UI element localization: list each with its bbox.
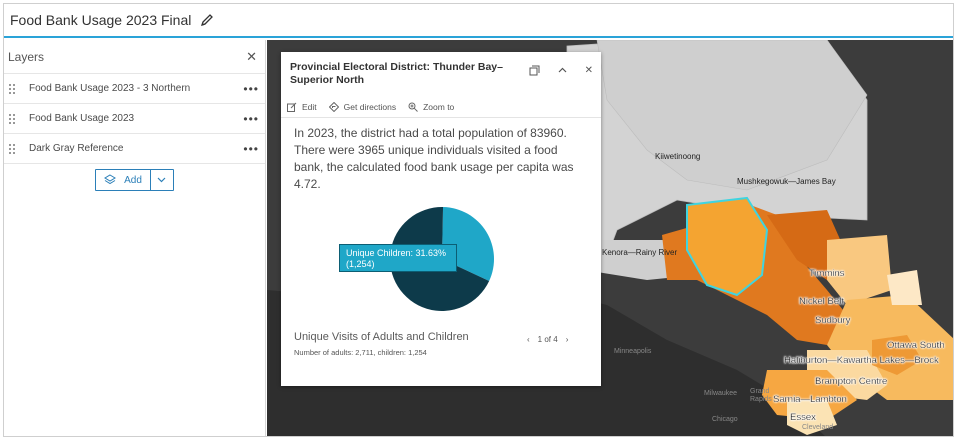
layer-item[interactable]: Dark Gray Reference •••	[4, 134, 265, 164]
map-label-grand-rapids: Grand Rapids	[750, 388, 772, 403]
add-row: Add	[4, 169, 265, 191]
tooltip-line-1: Unique Children: 31.63%	[346, 248, 447, 258]
layers-panel-header: Layers ✕	[4, 40, 265, 74]
dock-icon[interactable]	[529, 65, 540, 96]
map-label-ottawa-south: Ottawa South	[887, 340, 945, 351]
pencil-icon[interactable]	[200, 13, 214, 27]
layers-icon	[104, 174, 117, 185]
map-label-brampton: Brampton Centre	[815, 376, 888, 387]
popup-description: In 2023, the district had a total popula…	[294, 126, 574, 191]
zoom-icon	[408, 102, 418, 112]
layers-panel: Layers ✕ Food Bank Usage 2023 - 3 Northe…	[4, 40, 266, 436]
layer-item-label: Food Bank Usage 2023 - 3 Northern	[29, 83, 191, 94]
edit-action[interactable]: Edit	[287, 102, 317, 112]
tooltip-line-2: (1,254)	[346, 259, 375, 269]
close-icon[interactable]: ✕	[585, 65, 593, 96]
map-label-milwaukee: Milwaukee	[704, 390, 738, 397]
feature-popup: Provincial Electoral District: Thunder B…	[281, 52, 601, 386]
chevron-left-icon[interactable]: ‹	[527, 335, 530, 344]
drag-handle-icon[interactable]	[8, 113, 16, 125]
zoom-to-label: Zoom to	[423, 101, 455, 112]
directions-icon	[328, 101, 339, 112]
map-label-timmins: Timmins	[809, 268, 845, 279]
map-label-cleveland: Cleveland	[802, 424, 834, 431]
pie-chart-area: Unique Children: 31.63% (1,254)	[281, 202, 601, 332]
layers-panel-title: Layers	[8, 49, 45, 64]
map-label-haliburton: Haliburton—Kawartha Lakes—Brock	[784, 355, 939, 366]
map-label-sarnia: Sarnia—Lambton	[773, 394, 847, 405]
close-icon[interactable]: ✕	[246, 49, 257, 65]
get-directions-action[interactable]: Get directions	[328, 101, 397, 112]
layer-item[interactable]: Food Bank Usage 2023 •••	[4, 104, 265, 134]
add-dropdown-button[interactable]	[151, 170, 173, 190]
popup-actions-bar: Edit Get directions Zoom to	[281, 96, 601, 118]
media-pager: ‹ 1 of 4 ›	[527, 335, 568, 344]
app-header: Food Bank Usage 2023 Final	[4, 4, 953, 38]
map-label-minneapolis: Minneapolis	[614, 348, 652, 355]
more-options-icon[interactable]: •••	[243, 112, 259, 126]
map-label-kenora: Kenora—Rainy River	[602, 248, 678, 257]
layer-item-label: Food Bank Usage 2023	[29, 113, 135, 124]
chart-title: Unique Visits of Adults and Children	[294, 331, 469, 343]
app-frame: Food Bank Usage 2023 Final Layers ✕ Food…	[3, 3, 954, 437]
collapse-icon[interactable]	[558, 65, 567, 96]
edit-icon	[287, 102, 297, 112]
zoom-to-action[interactable]: Zoom to	[408, 102, 454, 112]
chart-subtitle: Number of adults: 2,711, children: 1,254	[294, 348, 427, 357]
chevron-right-icon[interactable]: ›	[566, 335, 569, 344]
chart-tooltip: Unique Children: 31.63% (1,254)	[339, 244, 457, 272]
add-layer-button-group: Add	[95, 169, 174, 191]
map-label-essex: Essex	[790, 412, 816, 423]
page-indicator: 1 of 4	[537, 335, 558, 344]
more-options-icon[interactable]: •••	[243, 142, 259, 156]
map-label-sudbury: Sudbury	[815, 315, 851, 326]
map-label-mushkegowuk: Mushkegowuk—James Bay	[737, 177, 836, 186]
popup-header-actions: ✕	[529, 65, 593, 96]
map-label-chicago: Chicago	[712, 416, 738, 423]
get-directions-label: Get directions	[343, 101, 397, 112]
map-label-nickel-belt: Nickel Belt	[799, 296, 844, 307]
app-title: Food Bank Usage 2023 Final	[10, 12, 192, 28]
drag-handle-icon[interactable]	[8, 83, 16, 95]
drag-handle-icon[interactable]	[8, 143, 16, 155]
layer-item-label: Dark Gray Reference	[29, 143, 124, 154]
popup-title: Provincial Electoral District: Thunder B…	[290, 61, 503, 86]
add-layer-button[interactable]: Add	[96, 170, 151, 190]
add-layer-label: Add	[124, 174, 142, 186]
map-label-kiiwetinoong: Kiiwetinoong	[655, 152, 701, 161]
popup-header: Provincial Electoral District: Thunder B…	[281, 52, 601, 96]
edit-label: Edit	[302, 101, 317, 112]
more-options-icon[interactable]: •••	[243, 82, 259, 96]
layer-item[interactable]: Food Bank Usage 2023 - 3 Northern •••	[4, 74, 265, 104]
chevron-down-icon	[157, 177, 166, 183]
